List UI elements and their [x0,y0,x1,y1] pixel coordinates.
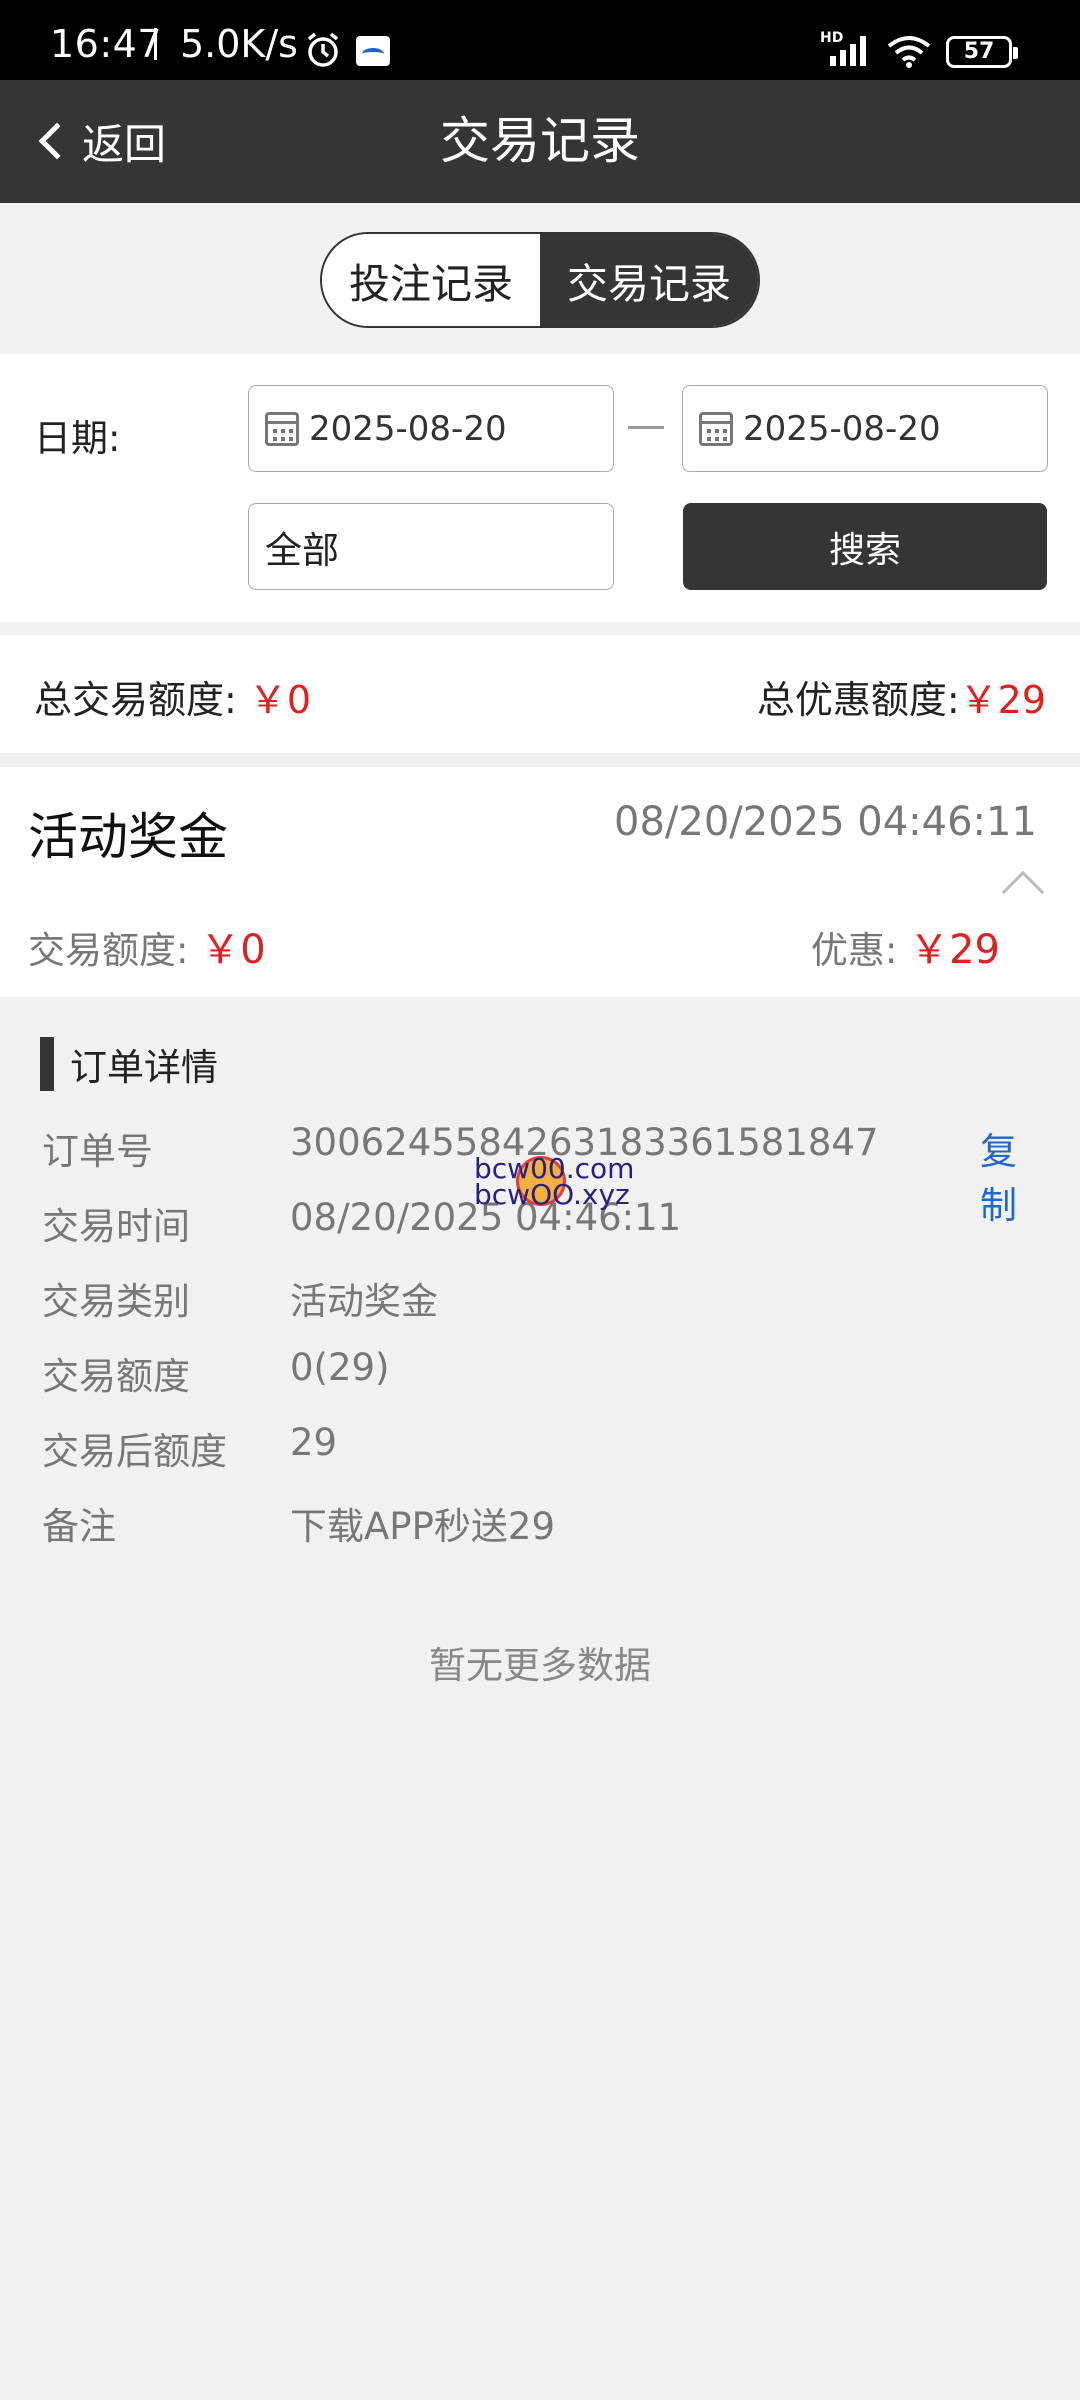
chevron-up-icon[interactable] [1001,870,1045,914]
date-range-separator [628,426,664,429]
totals-bar: 总交易额度: ￥0 总优惠额度:￥29 [0,635,1080,753]
record-title: 活动奖金 [28,808,228,866]
date-label: 日期: [34,417,121,460]
status-network-speed: 5.0K/s [180,22,298,66]
total-trade-value: ￥0 [248,678,312,722]
detail-value: 29 [290,1421,338,1464]
alarm-icon [303,30,343,74]
detail-value: 活动奖金 [290,1280,438,1323]
calendar-icon [699,411,733,446]
order-details-header: 订单详情 [40,1037,218,1091]
detail-key: 交易时间 [42,1205,190,1248]
tabs-area: 投注记录 交易记录 [0,203,1080,354]
app-header: 返回 交易记录 [0,80,1080,203]
record-discount: 优惠: ￥29 [811,917,1000,975]
total-discount-amount: 总优惠额度:￥29 [757,669,1046,724]
watermark: bcw00.com bcwOO.xyz [474,1152,644,1212]
detail-row-remark: 备注 下载APP秒送29 [42,1496,1042,1556]
wifi-icon [886,34,932,72]
filter-panel: 日期: 2025-08-20 2025-08-20 全部 搜索 [0,354,1080,622]
record-time: 08/20/2025 04:46:11 [614,799,1037,845]
total-discount-value: ￥29 [959,678,1046,722]
record-amount: 交易额度: ￥0 [28,917,266,975]
record-tabs: 投注记录 交易记录 [320,232,760,328]
status-time: 16:47 [50,22,163,66]
calendar-icon [265,411,299,446]
detail-key: 备注 [42,1505,116,1548]
detail-value: 下载APP秒送29 [290,1505,556,1548]
start-date-value: 2025-08-20 [309,408,507,449]
detail-value: 0(29) [290,1346,390,1389]
record-amount-value: ￥0 [200,927,266,973]
record-discount-value: ￥29 [909,927,1000,973]
detail-row-balance-after: 交易后额度 29 [42,1421,1042,1481]
end-date-value: 2025-08-20 [743,408,941,449]
section-marker [40,1037,54,1091]
detail-key: 订单号 [42,1130,153,1173]
tab-transaction-records[interactable]: 交易记录 [540,234,758,326]
end-date-input[interactable]: 2025-08-20 [682,385,1048,472]
app-notification-icon [356,36,390,66]
no-more-data-text: 暂无更多数据 [429,1644,651,1687]
tab-bet-records[interactable]: 投注记录 [322,234,540,326]
page-title: 交易记录 [440,112,640,170]
type-select[interactable]: 全部 [248,503,614,590]
status-separator [154,28,157,60]
total-trade-amount: 总交易额度: ￥0 [34,669,311,724]
record-card[interactable]: 活动奖金 08/20/2025 04:46:11 交易额度: ￥0 优惠: ￥2… [0,767,1080,997]
detail-key: 交易类别 [42,1280,190,1323]
total-trade-label: 总交易额度: [34,678,237,722]
detail-key: 交易后额度 [42,1430,227,1473]
status-bar: 16:47 5.0K/s HD 57 [0,0,1080,80]
search-button[interactable]: 搜索 [683,503,1047,590]
record-discount-label: 优惠: [810,929,898,972]
battery-icon: 57 [946,36,1018,68]
signal-icon [828,34,874,72]
record-amount-label: 交易额度: [28,929,189,972]
total-discount-label: 总优惠额度: [756,678,960,722]
detail-row-trade-amount: 交易额度 0(29) [42,1346,1042,1406]
order-details-title: 订单详情 [70,1046,218,1089]
watermark-line-2: bcwOO.xyz [474,1178,630,1211]
start-date-input[interactable]: 2025-08-20 [248,385,614,472]
detail-row-trade-type: 交易类别 活动奖金 [42,1271,1042,1331]
detail-key: 交易额度 [42,1355,190,1398]
battery-level: 57 [963,39,995,64]
